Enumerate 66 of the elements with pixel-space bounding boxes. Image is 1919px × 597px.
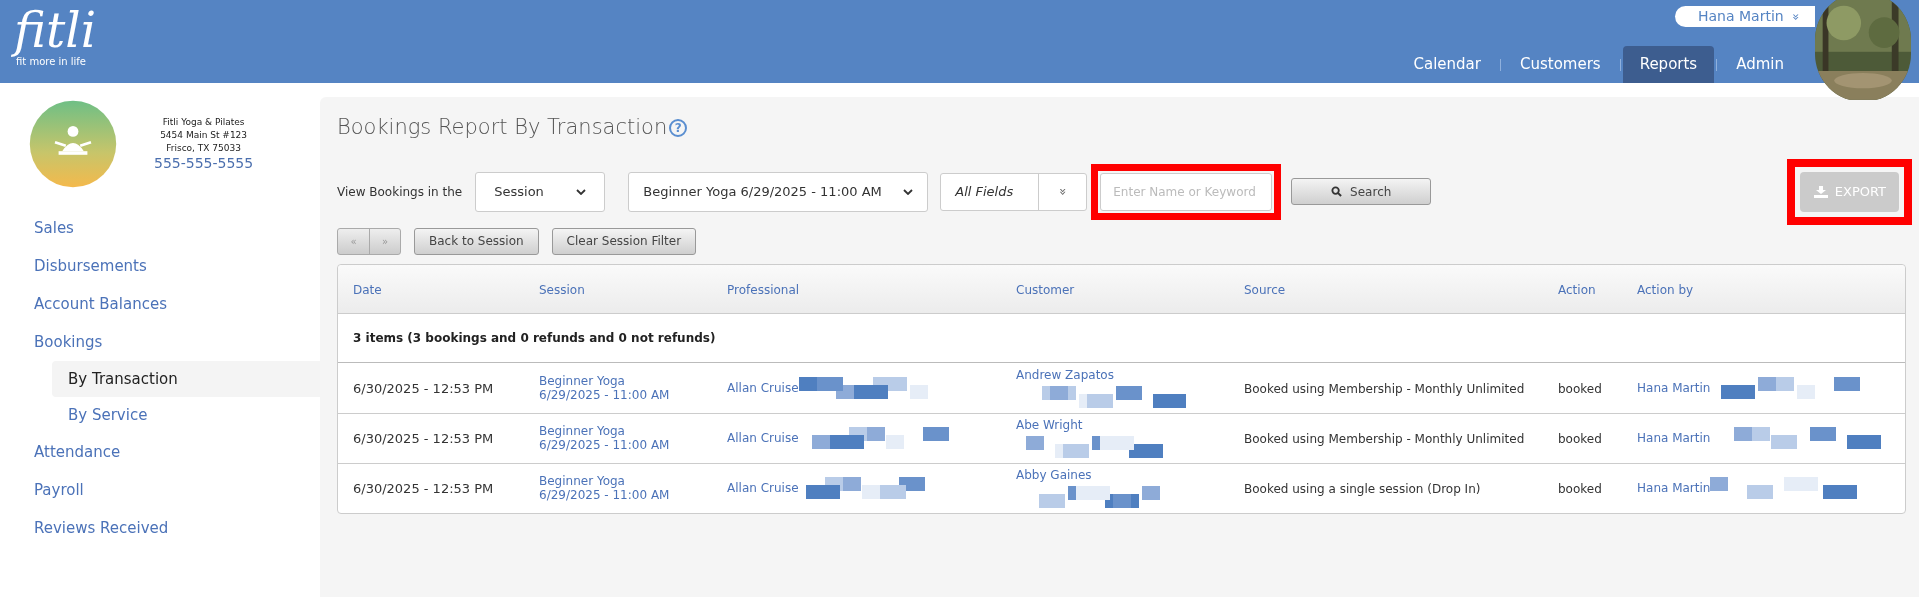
professional-link[interactable]: Allan Cruise: [727, 479, 799, 497]
business-name: Fitli Yoga & Pilates: [162, 116, 245, 129]
table-cell: booked: [1558, 381, 1602, 396]
customer-link[interactable]: Abby Gaines: [1016, 466, 1092, 484]
back-button[interactable]: Back to Session: [414, 227, 539, 255]
session-time-link[interactable]: 6/29/2025 - 11:00 AM: [539, 387, 670, 402]
customer-link[interactable]: Abe Wright: [1016, 416, 1083, 434]
column-header[interactable]: Action: [1558, 282, 1596, 297]
business-address: 5454 Main St #123: [160, 129, 248, 142]
sidebar-item[interactable]: Attendance: [0, 433, 320, 471]
action-by-link[interactable]: Hana Martin: [1637, 479, 1711, 497]
table-cell: Booked using a single session (Drop In): [1244, 482, 1481, 496]
action-by-link[interactable]: Hana Martin: [1637, 378, 1711, 397]
user-menu-button[interactable]: Hana Martin »: [1675, 6, 1815, 27]
business-city: Frisco, TX 75033: [166, 142, 241, 155]
chevron-icon: [903, 188, 914, 195]
table-cell: 6/30/2025 - 12:53 PM: [353, 380, 494, 396]
session-time-link[interactable]: 6/29/2025 - 11:00 AM: [539, 488, 670, 502]
sidebar-item[interactable]: Bookings: [0, 323, 320, 361]
filter-label: View Bookings in the: [337, 183, 463, 201]
sidebar-item[interactable]: Account Balances: [0, 285, 320, 323]
sidebar-subitem[interactable]: By Service: [52, 397, 320, 433]
summary-text: 3 items (3 bookings and 0 refunds and 0 not refunds): [353, 329, 716, 347]
search-button[interactable]: Search: [1291, 178, 1432, 205]
sidebar-item[interactable]: Payroll: [0, 471, 320, 509]
field-select[interactable]: All Fields »: [940, 172, 1088, 211]
nav-tab[interactable]: Admin: [1719, 46, 1801, 83]
business-phone[interactable]: 555-555-5555: [154, 155, 254, 172]
help-icon[interactable]: ?: [669, 118, 688, 137]
session-link[interactable]: Beginner Yoga: [539, 424, 625, 438]
table-cell: 6/30/2025 - 12:53 PM: [353, 481, 494, 496]
sidebar-item[interactable]: Sales: [0, 209, 320, 247]
table-cell: booked: [1558, 432, 1602, 446]
session-time-link[interactable]: 6/29/2025 - 11:00 AM: [539, 438, 670, 452]
clear-filter-button[interactable]: Clear Session Filter: [551, 227, 697, 255]
nav-tab[interactable]: Calendar: [1396, 46, 1498, 83]
column-header[interactable]: Date: [353, 282, 382, 297]
scope-select[interactable]: Session: [475, 171, 606, 212]
column-header[interactable]: Customer: [1016, 282, 1075, 297]
search-icon: [1331, 186, 1343, 197]
sidebar-item[interactable]: Reviews Received: [0, 509, 320, 547]
page-title: Bookings Report By Transaction: [337, 114, 668, 141]
table-cell: booked: [1558, 482, 1602, 496]
column-header[interactable]: Source: [1244, 282, 1286, 297]
table-cell: Booked using Membership - Monthly Unlimited: [1244, 381, 1525, 396]
download-icon: [1813, 185, 1828, 198]
chevron-icon: [576, 188, 587, 195]
professional-link[interactable]: Allan Cruise: [727, 378, 799, 397]
professional-link[interactable]: Allan Cruise: [727, 429, 799, 447]
action-by-link[interactable]: Hana Martin: [1637, 429, 1711, 447]
search-field[interactable]: Enter Name or Keyword: [1100, 172, 1273, 211]
tagline: fit more in life: [16, 56, 86, 68]
table-cell: Booked using Membership - Monthly Unlimited: [1244, 432, 1525, 446]
table-cell: 6/30/2025 - 12:53 PM: [353, 431, 494, 446]
sidebar-item[interactable]: Disbursements: [0, 247, 320, 285]
session-link[interactable]: Beginner Yoga: [539, 373, 625, 388]
session-link[interactable]: Beginner Yoga: [539, 474, 625, 488]
sidebar-subitem[interactable]: By Transaction: [52, 361, 320, 397]
column-header[interactable]: Professional: [727, 282, 800, 297]
customer-link[interactable]: Andrew Zapatos: [1016, 365, 1114, 384]
session-select[interactable]: Beginner Yoga 6/29/2025 - 11:00 AM: [628, 171, 929, 212]
studio-logo-icon: [28, 99, 118, 189]
column-header[interactable]: Action by: [1637, 282, 1694, 297]
nav-tab[interactable]: Reports: [1622, 46, 1715, 83]
column-header[interactable]: Session: [539, 282, 585, 297]
nav-tab[interactable]: Customers: [1502, 46, 1618, 83]
